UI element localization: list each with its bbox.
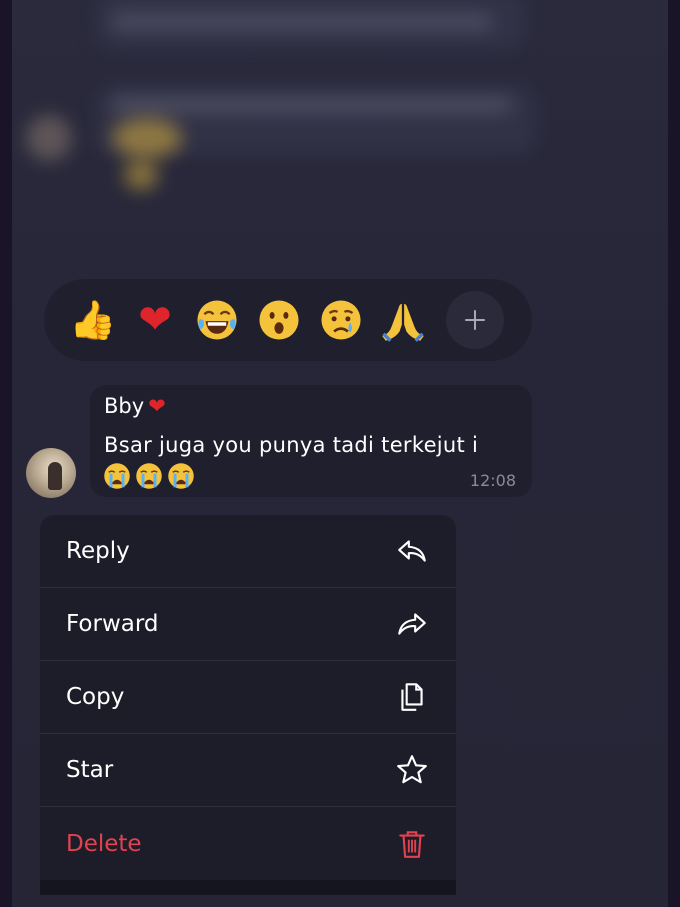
context-menu: Reply Forward Copy Star Delete bbox=[40, 515, 456, 895]
screen-edge-right bbox=[668, 0, 680, 907]
sender-avatar[interactable] bbox=[26, 448, 76, 498]
star-icon bbox=[394, 752, 430, 788]
menu-item-label: Forward bbox=[66, 611, 159, 637]
blurred-avatar bbox=[26, 115, 72, 161]
sender-heart-emoji: ❤ bbox=[148, 394, 166, 418]
loudly-crying-emoji bbox=[136, 463, 162, 489]
laughing-emoji[interactable] bbox=[186, 289, 248, 351]
plus-icon bbox=[465, 310, 485, 330]
message-emojis bbox=[102, 461, 196, 491]
menu-footer bbox=[40, 880, 456, 895]
blurred-text bbox=[112, 98, 512, 112]
reaction-bar: 👍 ❤ bbox=[44, 279, 532, 361]
menu-item-delete[interactable]: Delete bbox=[40, 807, 456, 880]
copy-icon bbox=[394, 679, 430, 715]
menu-item-copy[interactable]: Copy bbox=[40, 661, 456, 734]
crying-emoji[interactable] bbox=[310, 289, 372, 351]
blurred-text bbox=[112, 15, 492, 29]
heart-emoji[interactable]: ❤ bbox=[124, 289, 186, 351]
menu-item-label: Reply bbox=[66, 538, 130, 564]
blurred-emoji bbox=[124, 160, 158, 190]
add-reaction-button[interactable] bbox=[446, 291, 504, 349]
menu-item-forward[interactable]: Forward bbox=[40, 588, 456, 661]
menu-item-reply[interactable]: Reply bbox=[40, 515, 456, 588]
reply-icon bbox=[394, 533, 430, 569]
trash-icon bbox=[394, 826, 430, 862]
loudly-crying-emoji bbox=[104, 463, 130, 489]
message-text: Bsar juga you punya tadi terkejut i bbox=[104, 433, 479, 457]
menu-item-label: Delete bbox=[66, 830, 142, 857]
screen-edge-left bbox=[0, 0, 12, 907]
message-bubble[interactable]: Bby ❤ Bsar juga you punya tadi terkejut i… bbox=[90, 385, 532, 497]
surprised-emoji[interactable] bbox=[248, 289, 310, 351]
message-time: 12:08 bbox=[469, 471, 516, 490]
thumbs-up-emoji[interactable]: 👍 bbox=[62, 289, 124, 351]
menu-item-label: Copy bbox=[66, 684, 125, 710]
menu-item-label: Star bbox=[66, 757, 114, 783]
sender-name: Bby ❤ bbox=[104, 394, 166, 418]
pray-emoji[interactable] bbox=[372, 289, 434, 351]
forward-icon bbox=[394, 606, 430, 642]
blurred-emoji bbox=[112, 118, 182, 158]
loudly-crying-emoji bbox=[168, 463, 194, 489]
sender-name-text: Bby bbox=[104, 394, 145, 418]
menu-item-star[interactable]: Star bbox=[40, 734, 456, 807]
